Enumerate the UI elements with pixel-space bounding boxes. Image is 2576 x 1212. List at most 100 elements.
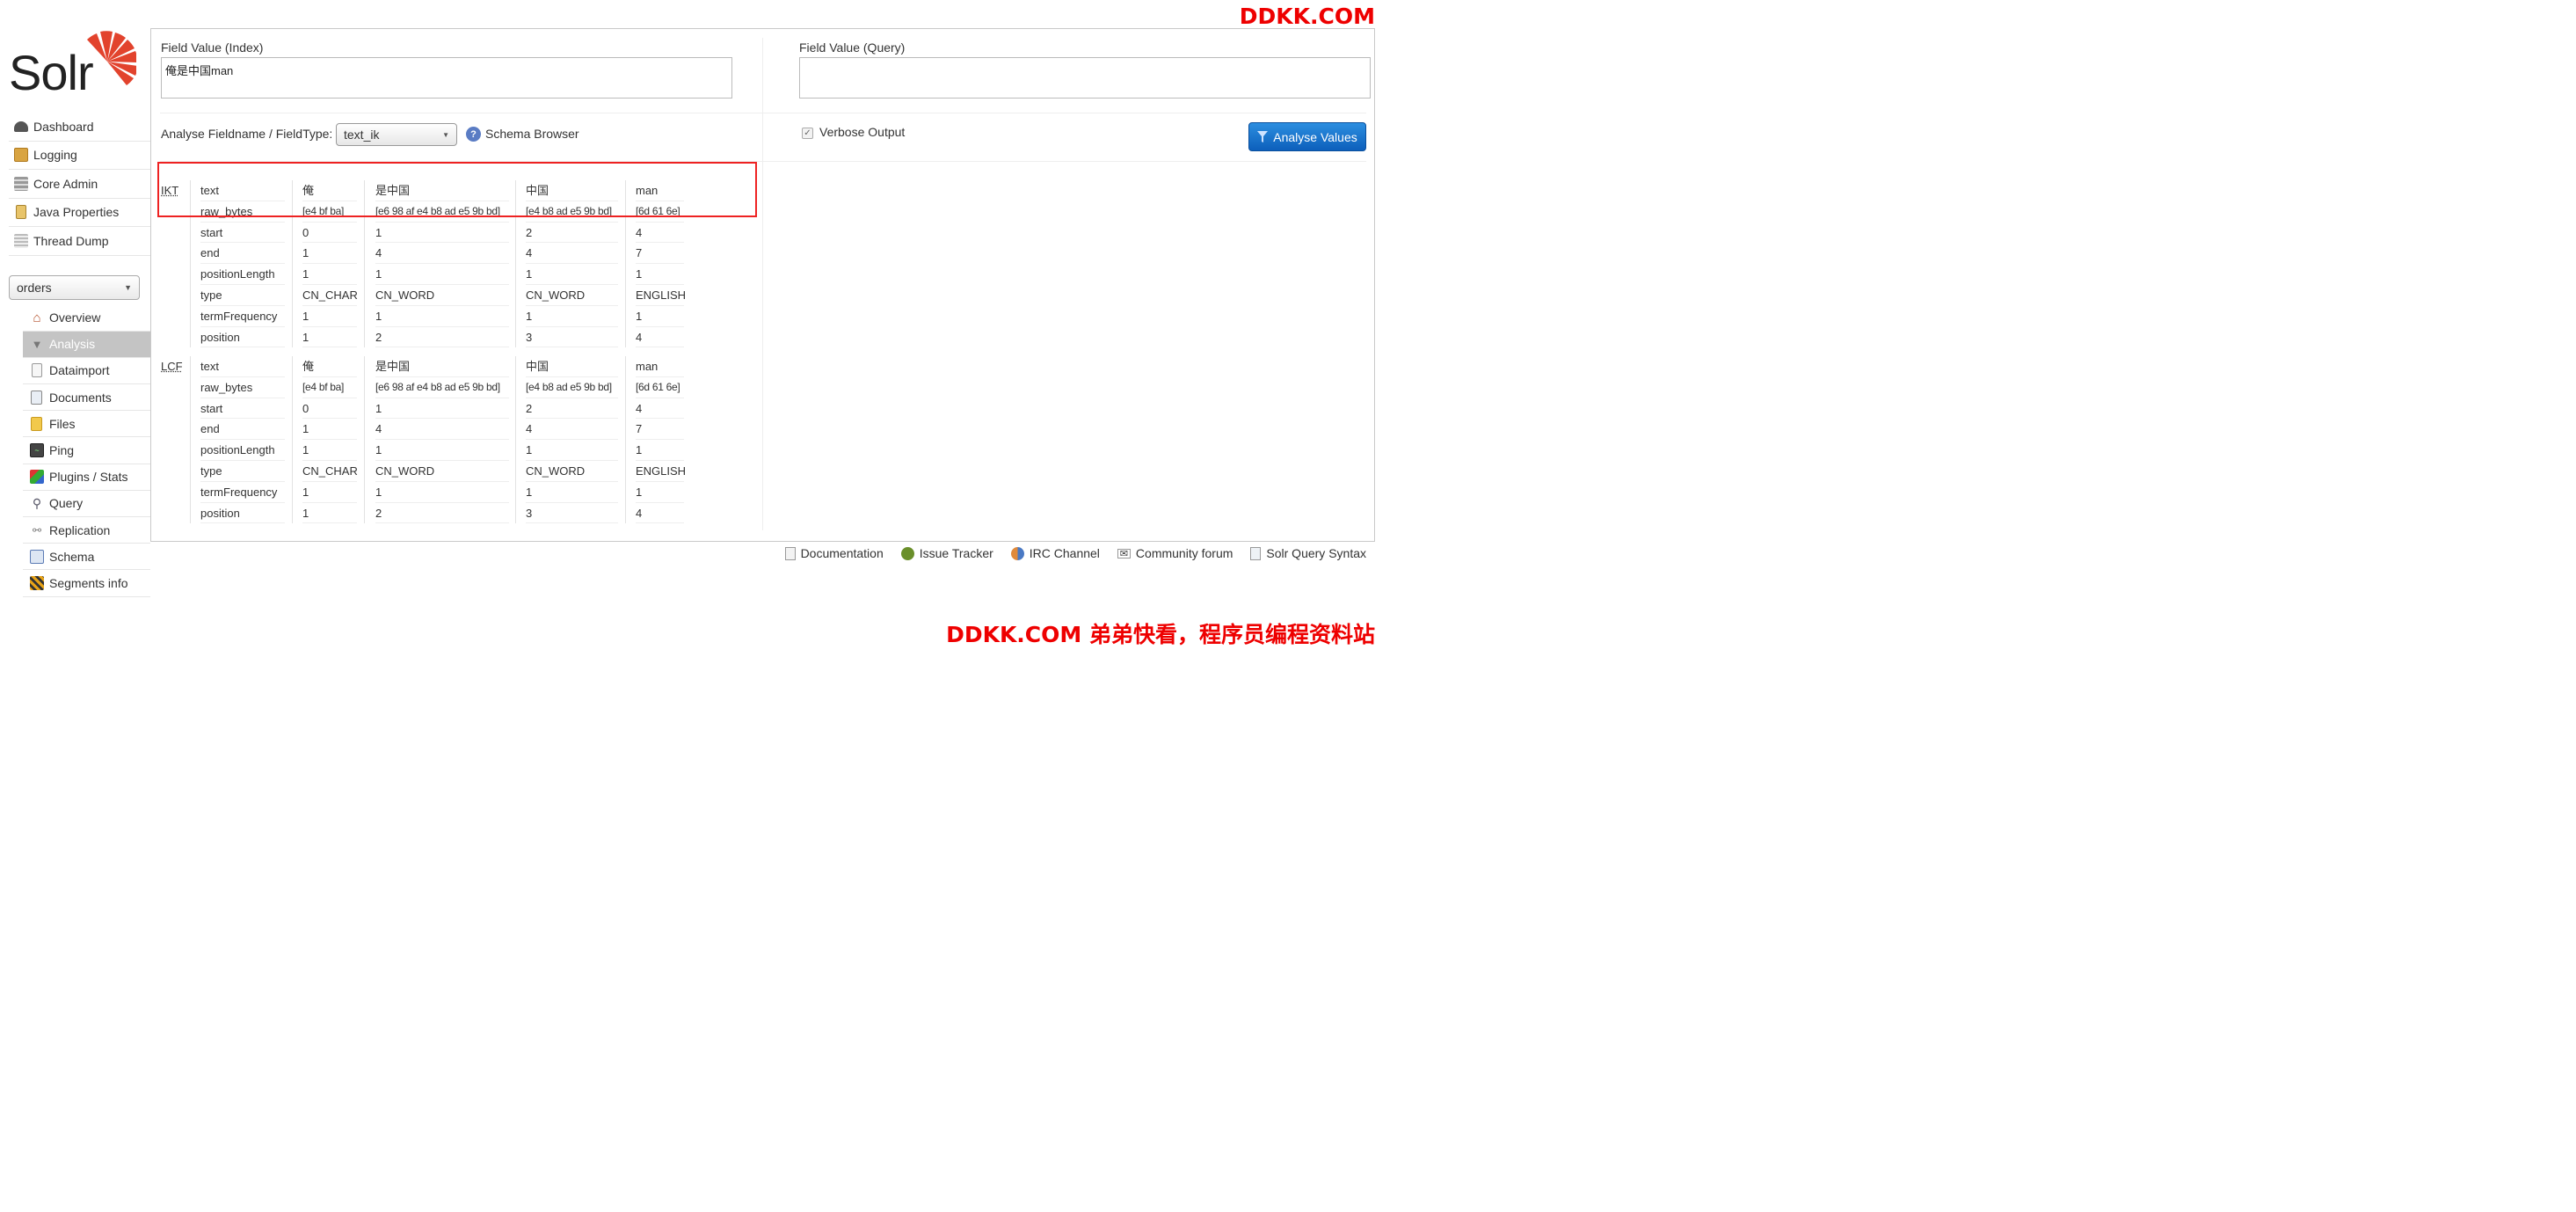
funnel-icon [1257,130,1269,142]
token-cell: 2 [526,223,618,244]
watermark-bottom: DDKK.COM 弟弟快看，程序员编程资料站 [946,622,1375,647]
core-menu-label: Overview [49,310,101,325]
attribute-label: start [200,398,285,420]
chevron-down-icon: ▼ [124,282,132,292]
token-cell: 1 [302,327,357,348]
help-icon[interactable]: ? [466,127,481,142]
attribute-label: termFrequency [200,482,285,503]
token-cell: 4 [636,223,684,244]
fieldtype-select[interactable]: text_ik ▼ [336,123,457,146]
token-cell: [e4 bf ba] [302,377,357,398]
stage-abbr[interactable]: LCF [161,360,183,373]
nav-thread-dump[interactable]: Thread Dump [9,227,150,256]
nav-java-properties[interactable]: Java Properties [9,199,150,227]
token-cell: 1 [302,440,357,461]
token-cell: 1 [636,482,684,503]
token-cell: 2 [375,503,509,524]
field-value-index-label: Field Value (Index) [161,40,264,55]
core-menu-analysis[interactable]: ▼ Analysis [23,331,150,358]
footer-issue-tracker-link[interactable]: Issue Tracker [900,546,993,560]
footer-label: Documentation [800,546,884,560]
footer-documentation-link[interactable]: Documentation [784,546,884,560]
solr-admin-page: DDKK.COM DDKK.COM 弟弟快看，程序员编程资料站 Solr Das… [0,0,1379,653]
core-selector[interactable]: orders ▼ [9,274,140,300]
funnel-icon: ▼ [31,337,43,351]
column-separator [292,356,293,524]
nav-label: Core Admin [33,176,98,191]
nav-dashboard[interactable]: Dashboard [9,113,150,142]
irc-icon [1010,546,1024,560]
core-menu-segments-info[interactable]: Segments info [23,570,150,597]
house-icon: ⌂ [33,310,41,325]
core-menu-label: Documents [49,390,112,405]
attribute-label: text [200,356,285,377]
token-cell: 4 [636,327,684,348]
token-cell: 1 [375,223,509,244]
token-cell: CN_CHAR [302,461,358,482]
core-menu-dataimport[interactable]: Dataimport [23,358,150,385]
token-cell: 1 [375,482,509,503]
footer-solr-query-syntax-link[interactable]: Solr Query Syntax [1250,546,1366,560]
token-cell: 1 [636,264,684,285]
core-menu-files[interactable]: Files [23,411,150,438]
token-cell: CN_WORD [375,285,509,306]
footer-community-forum-link[interactable]: ✉ Community forum [1117,546,1233,560]
query-syntax-icon [1250,546,1262,560]
schema-browser-link[interactable]: Schema Browser [485,127,579,141]
token-cell: 1 [375,264,509,285]
core-menu-plugins-stats[interactable]: Plugins / Stats [23,464,150,491]
token-cell: 1 [302,243,357,265]
token-cell: 7 [636,419,684,441]
token-cell: 1 [636,306,684,327]
token-cell: 4 [636,398,684,420]
folder-icon [31,416,42,431]
token-cell: CN_WORD [375,461,509,482]
token-cell: ENGLISH [636,461,686,482]
token-cell: CN_CHAR [302,285,358,306]
logo-text: Solr [9,45,94,100]
solr-logo[interactable]: Solr [9,26,136,100]
attribute-label: positionLength [200,264,285,285]
token-cell: 1 [375,306,509,327]
core-menu-label: Schema [49,549,95,564]
dashboard-icon [14,120,28,132]
token-cell: 4 [375,243,509,265]
footer-irc-channel-link[interactable]: IRC Channel [1010,546,1100,560]
plugins-icon [30,470,44,485]
nav-logging[interactable]: Logging [9,142,150,170]
core-menu-overview[interactable]: ⌂ Overview [23,305,150,332]
attribute-label: position [200,327,285,348]
core-menu-documents[interactable]: Documents [23,384,150,412]
token-cell: 1 [526,306,618,327]
dataimport-icon [32,363,42,378]
field-value-index-input[interactable]: 俺是中国man [161,57,732,99]
footer-label: Issue Tracker [919,546,993,560]
nav-label: Java Properties [33,205,120,220]
magnifier-icon: ⚲ [32,495,42,510]
analyse-values-button[interactable]: Analyse Values [1248,122,1366,151]
replication-icon: ⚯ [32,523,42,537]
nav-core-admin[interactable]: Core Admin [9,170,150,199]
verbose-output-label: Verbose Output [819,125,906,139]
core-menu: ⌂ Overview ▼ Analysis Dataimport Documen… [23,305,150,597]
token-cell: 是中国 [375,356,509,377]
token-cell: man [636,356,684,377]
token-cell: 3 [526,503,618,524]
footer-links: Documentation Issue Tracker IRC Channel … [784,546,1366,560]
column-separator [515,356,516,524]
token-cell: 0 [302,398,357,420]
token-cell: [6d 61 6e] [636,377,684,398]
core-menu-schema[interactable]: Schema [23,544,150,571]
field-value-query-input[interactable] [799,57,1371,99]
footer-label: Community forum [1135,546,1233,560]
java-properties-icon [16,205,26,220]
column-separator [190,356,191,524]
attribute-label: start [200,223,285,244]
token-cell: 1 [636,440,684,461]
attribute-label: end [200,243,285,265]
verbose-output-checkbox[interactable]: ✓ [802,128,813,139]
core-menu-query[interactable]: ⚲ Query [23,491,150,517]
core-menu-label: Segments info [49,575,128,590]
core-menu-ping[interactable]: ~ Ping [23,437,150,464]
core-menu-replication[interactable]: ⚯ Replication [23,517,150,544]
